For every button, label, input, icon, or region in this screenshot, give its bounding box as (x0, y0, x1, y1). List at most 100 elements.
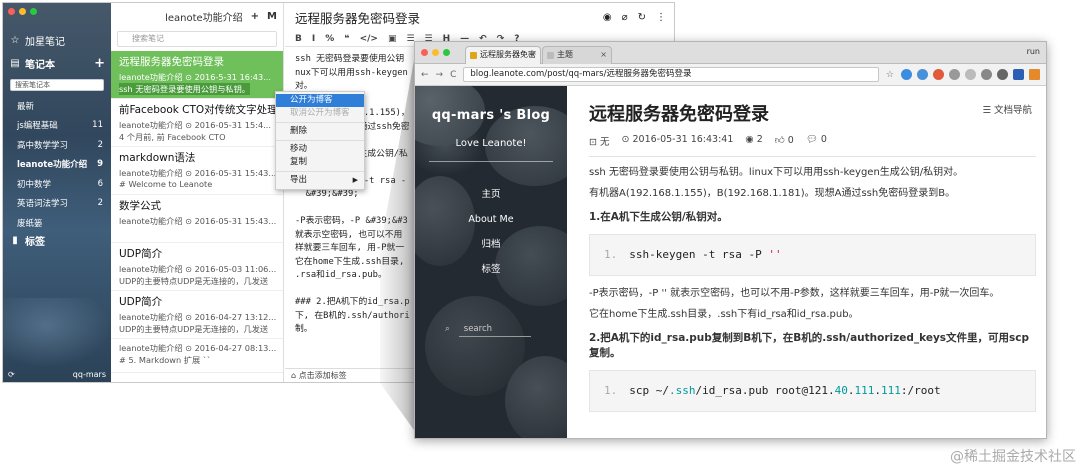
line-number: 1. (604, 384, 618, 397)
blog-title[interactable]: qq-mars 's Blog (415, 108, 567, 123)
notebook-item-active[interactable]: leanote功能介绍 9 (3, 155, 111, 175)
note-list-item[interactable]: 前Facebook CTO对传统文字处理工具 leanote功能介绍 ⊙ 201… (111, 99, 283, 147)
attachment-icon[interactable]: ⌀ (622, 12, 628, 23)
toolbar-button[interactable]: I (312, 34, 315, 44)
favicon-icon (470, 52, 477, 59)
toolbar-button[interactable]: ❝ (344, 34, 349, 44)
new-markdown-button[interactable]: M (267, 11, 277, 22)
notebook-count: 9 (97, 159, 103, 170)
menu-separator (276, 171, 364, 172)
minimize-window-icon[interactable] (19, 8, 26, 15)
toolbar-button[interactable]: </> (360, 34, 378, 44)
close-window-icon[interactable] (421, 49, 428, 56)
note-list-item[interactable]: leanote功能介绍 ⊙ 2016-04-27 08:13... # 5. M… (111, 339, 283, 373)
notebook-name: 初中数学 (17, 179, 52, 190)
reload-icon[interactable]: C (450, 70, 456, 80)
back-icon[interactable]: ← (421, 70, 429, 80)
close-tab-icon[interactable]: × (600, 47, 607, 63)
extension-icon[interactable] (965, 69, 976, 80)
note-list-header: leanote功能介绍 + M (111, 3, 283, 29)
notebook-search-input[interactable]: 搜索笔记本 (10, 79, 104, 91)
notebook-item[interactable]: 最新 (3, 96, 111, 116)
new-note-button[interactable]: + (251, 11, 259, 22)
note-list-item-selected[interactable]: 远程服务器免密码登录 leanote功能介绍 ⊙ 2016-5-31 16:43… (111, 51, 283, 99)
sidebar-tags-header[interactable]: ▮ 标签 (3, 233, 111, 248)
sidebar-starred[interactable]: ☆ 加星笔记 (3, 33, 111, 48)
nav-link-home[interactable]: 主页 (415, 182, 567, 207)
extension-icon[interactable] (933, 69, 944, 80)
extension-icon[interactable] (917, 69, 928, 80)
notebook-item[interactable]: 英语词法学习 2 (3, 194, 111, 214)
eye-icon: ◉ (745, 134, 757, 145)
menu-item-publish-blog[interactable]: 公开为博客 (276, 94, 364, 107)
minimize-window-icon[interactable] (432, 49, 439, 56)
note-title: 前Facebook CTO对传统文字处理工具 (119, 104, 283, 116)
note-list-item[interactable]: UDP简介 leanote功能介绍 ⊙ 2016-04-27 13:12... … (111, 291, 283, 339)
note-title: 数学公式 (119, 200, 161, 212)
category-value: 无 (599, 137, 610, 148)
code-text: scp ~/ (629, 384, 669, 397)
menu-item-copy[interactable]: 复制 (276, 156, 364, 169)
divider (429, 161, 553, 162)
extension-icon[interactable] (997, 69, 1008, 80)
menu-item-move[interactable]: 移动 (276, 143, 364, 156)
note-excerpt: ssh 无密码登录要使用公钥与私钥。 (119, 83, 250, 95)
menu-item-delete[interactable]: 删除 (276, 125, 364, 138)
note-excerpt: 4 个月前, 前 Facebook CTO (119, 132, 226, 142)
editor-note-title[interactable]: 远程服务器免密码登录 (295, 8, 420, 27)
add-notebook-button[interactable]: + (94, 56, 105, 71)
notebook-item[interactable]: js编程基础 11 (3, 116, 111, 136)
toolbar-button[interactable]: ▣ (388, 34, 397, 44)
notebook-item[interactable]: 高中数学学习 2 (3, 135, 111, 155)
note-meta: leanote功能介绍 ⊙ 2016-05-31 15:43... (119, 168, 277, 178)
extension-icon[interactable] (981, 69, 992, 80)
zoom-window-icon[interactable] (30, 8, 37, 15)
extension-icon[interactable] (901, 69, 912, 80)
menu-icon[interactable] (1029, 69, 1040, 80)
bookmark-icon: ▮ (12, 235, 18, 246)
more-icon[interactable]: ⋮ (656, 12, 666, 23)
toolbar-button[interactable]: % (325, 34, 334, 44)
browser-tab-active[interactable]: 远程服务器免密 × (465, 46, 541, 64)
close-tab-icon[interactable]: × (529, 47, 536, 63)
code-text: :/root (900, 384, 941, 397)
doc-nav-label: 文档导航 (993, 105, 1032, 116)
note-list-item[interactable]: markdown语法 leanote功能介绍 ⊙ 2016-05-31 15:4… (111, 147, 283, 195)
blog-search[interactable]: ⌕ search (445, 324, 531, 337)
browser-window-controls (421, 49, 450, 56)
nav-link-archive[interactable]: 归档 (415, 232, 567, 257)
menu-item-unpublish-blog[interactable]: 取消公开为博客 (276, 107, 364, 120)
note-list-item[interactable]: UDP简介 leanote功能介绍 ⊙ 2016-05-03 11:06... … (111, 243, 283, 291)
extension-icon[interactable] (949, 69, 960, 80)
zoom-window-icon[interactable] (443, 49, 450, 56)
url-input[interactable]: blog.leanote.com/post/qq-mars/远程服务器免密码登录 (463, 67, 879, 82)
notebook-item[interactable]: 初中数学 6 (3, 174, 111, 194)
note-excerpt: # Welcome to Leanote (119, 179, 213, 189)
forward-icon[interactable]: → (436, 70, 444, 80)
note-list-item[interactable]: 数学公式 leanote功能介绍 ⊙ 2016-05-31 15:43... (111, 195, 283, 243)
doc-nav-button[interactable]: ☰ 文档导航 (982, 102, 1032, 116)
book-icon: ▤ (10, 58, 20, 69)
eye-icon[interactable]: ◉ (603, 12, 612, 23)
close-window-icon[interactable] (8, 8, 15, 15)
meta-likes[interactable]: 👍︎ 0 (775, 134, 794, 148)
browser-tab[interactable]: 主题 × (542, 46, 612, 64)
sync-icon[interactable]: ⟳ (8, 370, 15, 379)
notebook-title: leanote功能介绍 (165, 12, 243, 24)
profile-label[interactable]: run (1027, 47, 1040, 56)
history-icon[interactable]: ↻ (638, 12, 646, 23)
notebook-item-trash[interactable]: 废纸篓 (3, 213, 111, 233)
toolbar-button[interactable]: B (295, 34, 302, 44)
extension-icon[interactable] (1013, 69, 1024, 80)
tab-label: 主题 (557, 50, 573, 59)
nav-link-about[interactable]: About Me (415, 207, 567, 232)
bookmark-star-icon[interactable]: ☆ (886, 70, 894, 80)
clock-icon: ⊙ (621, 134, 633, 145)
sidebar-notebooks-header[interactable]: ▤ 笔记本 + (3, 56, 111, 71)
meta-comments[interactable]: 💬︎ 0 (806, 134, 827, 148)
nav-link-tags[interactable]: 标签 (415, 257, 567, 282)
menu-separator (276, 140, 364, 141)
username[interactable]: qq-mars (73, 370, 106, 379)
note-search-input[interactable]: 搜索笔记 (117, 31, 277, 47)
menu-item-export[interactable]: 导出 ▶ (276, 174, 364, 187)
